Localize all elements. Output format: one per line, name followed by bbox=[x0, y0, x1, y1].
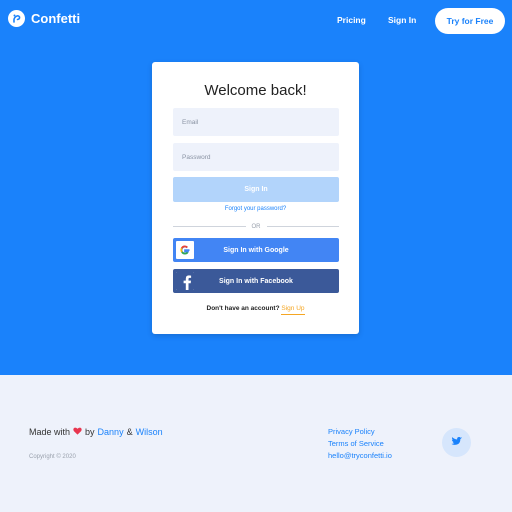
nav-pricing[interactable]: Pricing bbox=[337, 15, 366, 25]
author-danny-link[interactable]: Danny bbox=[98, 427, 124, 437]
made-with-text: Made with bbox=[29, 427, 71, 437]
hero-section: Confetti Pricing Sign In Try for Free We… bbox=[0, 0, 512, 375]
divider-line-right bbox=[266, 226, 339, 227]
sign-up-link[interactable]: Sign Up bbox=[281, 305, 305, 315]
contact-email-link[interactable]: hello@tryconfetti.io bbox=[328, 451, 392, 460]
no-account-text: Don't have an account? bbox=[206, 305, 280, 312]
email-field[interactable]: Email bbox=[173, 108, 339, 136]
divider-line-left bbox=[173, 226, 246, 227]
facebook-sign-in-label: Sign In with Facebook bbox=[219, 277, 293, 285]
brand-name: Confetti bbox=[31, 11, 81, 26]
sign-in-button[interactable]: Sign In bbox=[173, 177, 339, 202]
heart-icon bbox=[73, 427, 82, 437]
twitter-button[interactable] bbox=[442, 428, 471, 457]
forgot-password-link: Forgot your password? bbox=[152, 206, 359, 212]
terms-of-service-link[interactable]: Terms of Service bbox=[328, 439, 384, 448]
email-placeholder: Email bbox=[182, 118, 199, 126]
or-divider: OR bbox=[173, 222, 339, 231]
google-sign-in-button[interactable]: Sign In with Google bbox=[173, 238, 339, 262]
made-with-credit: Made with by Danny & Wilson bbox=[29, 427, 163, 437]
facebook-sign-in-button[interactable]: Sign In with Facebook bbox=[173, 269, 339, 293]
twitter-icon bbox=[450, 434, 464, 452]
google-sign-in-label: Sign In with Google bbox=[223, 246, 289, 254]
signup-prompt: Don't have an account? Sign Up bbox=[152, 305, 359, 315]
or-label: OR bbox=[251, 223, 261, 230]
confetti-logo-icon bbox=[8, 10, 25, 27]
brand-logo[interactable]: Confetti bbox=[8, 10, 80, 27]
author-wilson-link[interactable]: Wilson bbox=[136, 427, 163, 437]
forgot-password-text[interactable]: Forgot your password? bbox=[225, 206, 286, 212]
nav-sign-in[interactable]: Sign In bbox=[388, 15, 416, 25]
login-title: Welcome back! bbox=[204, 82, 307, 99]
password-placeholder: Password bbox=[182, 153, 211, 161]
by-text: by bbox=[85, 427, 95, 437]
privacy-policy-link[interactable]: Privacy Policy bbox=[328, 427, 375, 436]
password-field[interactable]: Password bbox=[173, 143, 339, 171]
copyright-text: Copyright © 2020 bbox=[29, 454, 76, 460]
try-for-free-button[interactable]: Try for Free bbox=[435, 8, 505, 34]
login-card: Welcome back! Email Password Sign In For… bbox=[152, 62, 359, 334]
ampersand-text: & bbox=[126, 427, 133, 437]
